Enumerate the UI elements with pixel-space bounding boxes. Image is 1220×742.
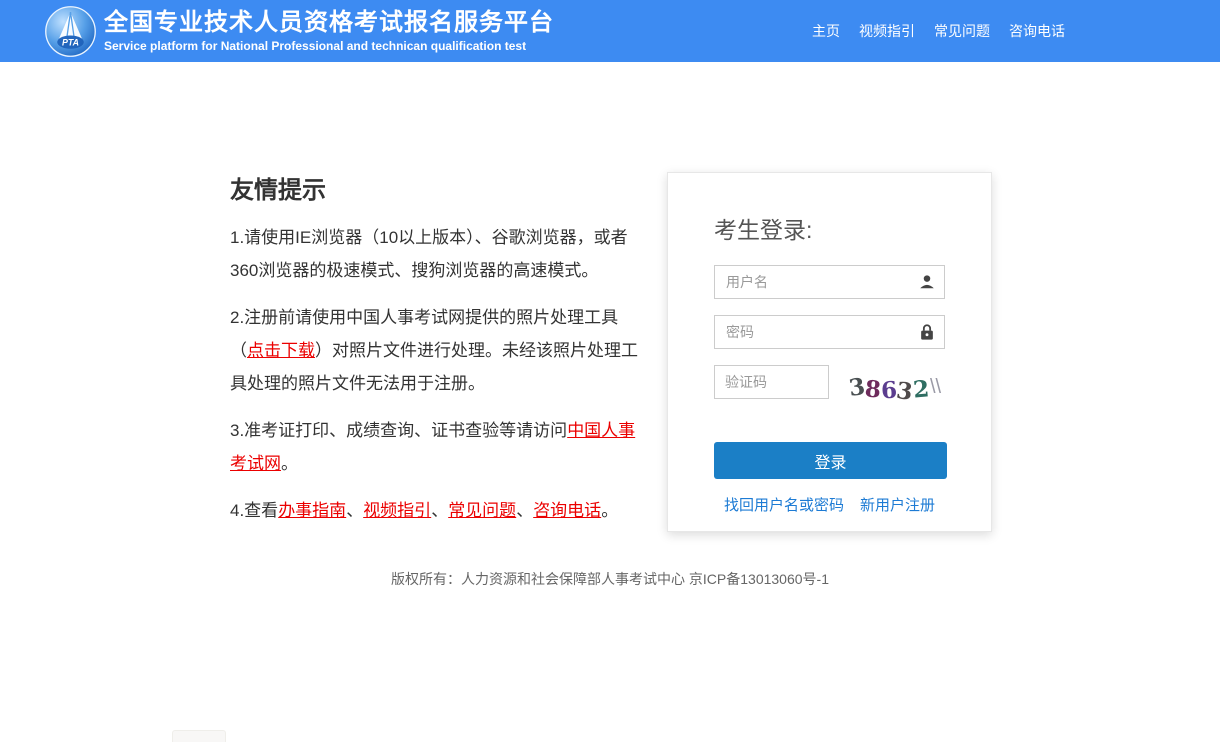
captcha-noise: \\ [930, 376, 941, 399]
header-titles: 全国专业技术人员资格考试报名服务平台 Service platform for … [104, 10, 554, 53]
nav-link-faq[interactable]: 常见问题 [934, 21, 990, 41]
tip-paragraph: 1.请使用IE浏览器（10以上版本）、谷歌浏览器，或者360浏览器的极速模式、搜… [230, 221, 652, 287]
nav-link-home[interactable]: 主页 [812, 21, 840, 41]
login-panel: 考生登录: 38632\\ 登录 [667, 172, 992, 532]
tip-paragraph: 3.准考证打印、成绩查询、证书查验等请访问中国人事考试网。 [230, 414, 652, 480]
captcha-glyph: 8 [864, 375, 882, 403]
tip-paragraph: 2.注册前请使用中国人事考试网提供的照片处理工具（点击下载）对照片文件进行处理。… [230, 301, 652, 400]
nav-link-video-guide[interactable]: 视频指引 [859, 21, 915, 41]
tip-text: 。 [281, 454, 298, 473]
service-guide-link[interactable]: 办事指南 [278, 501, 346, 520]
tip-text: 3.准考证打印、成绩查询、证书查验等请访问 [230, 421, 567, 440]
user-icon [918, 272, 936, 292]
captcha-row: 38632\\ [714, 365, 945, 407]
page: PTA 全国专业技术人员资格考试报名服务平台 Service platform … [0, 0, 1220, 742]
cutoff-artifact [172, 730, 226, 742]
tip-text: 。 [601, 501, 618, 520]
login-heading: 考生登录: [714, 211, 945, 245]
nav-link-hotline[interactable]: 咨询电话 [1009, 21, 1065, 41]
tip-text: 、 [346, 501, 363, 520]
footer-copyright: 版权所有：人力资源和社会保障部人事考试中心 京ICP备13013060号-1 [0, 569, 1220, 589]
captcha-image[interactable]: 38632\\ [845, 367, 945, 407]
site-title: 全国专业技术人员资格考试报名服务平台 [104, 10, 554, 36]
password-field-wrap [714, 315, 945, 349]
tip-paragraph: 4.查看办事指南、视频指引、常见问题、咨询电话。 [230, 494, 652, 527]
hotline-link[interactable]: 咨询电话 [533, 501, 601, 520]
tip-text: 、 [431, 501, 448, 520]
username-field-wrap [714, 265, 945, 299]
captcha-glyph: 2 [912, 375, 930, 403]
tips-heading: 友情提示 [230, 170, 652, 205]
download-photo-tool-link[interactable]: 点击下载 [247, 341, 315, 360]
tip-text: 、 [516, 501, 533, 520]
tips-paragraphs: 1.请使用IE浏览器（10以上版本）、谷歌浏览器，或者360浏览器的极速模式、搜… [230, 221, 652, 527]
login-links: 找回用户名或密码 新用户注册 [714, 494, 945, 515]
login-button[interactable]: 登录 [714, 442, 947, 479]
forgot-credentials-link[interactable]: 找回用户名或密码 [724, 494, 844, 515]
tip-text: 4.查看 [230, 501, 278, 520]
header: PTA 全国专业技术人员资格考试报名服务平台 Service platform … [0, 0, 1220, 62]
svg-text:PTA: PTA [62, 37, 79, 47]
pta-logo-icon: PTA [44, 5, 97, 58]
captcha-glyph: 3 [895, 376, 915, 405]
tips-section: 友情提示 1.请使用IE浏览器（10以上版本）、谷歌浏览器，或者360浏览器的极… [230, 170, 652, 541]
video-guide-link[interactable]: 视频指引 [363, 501, 431, 520]
register-link[interactable]: 新用户注册 [860, 494, 935, 515]
username-input[interactable] [714, 265, 945, 299]
password-input[interactable] [714, 315, 945, 349]
lock-icon [918, 322, 936, 342]
header-nav: 主页视频指引常见问题咨询电话 [812, 21, 1065, 41]
tip-text: 1.请使用IE浏览器（10以上版本）、谷歌浏览器，或者360浏览器的极速模式、搜… [230, 228, 628, 280]
captcha-input[interactable] [714, 365, 829, 399]
faq-link[interactable]: 常见问题 [448, 501, 516, 520]
site-subtitle: Service platform for National Profession… [104, 39, 554, 53]
